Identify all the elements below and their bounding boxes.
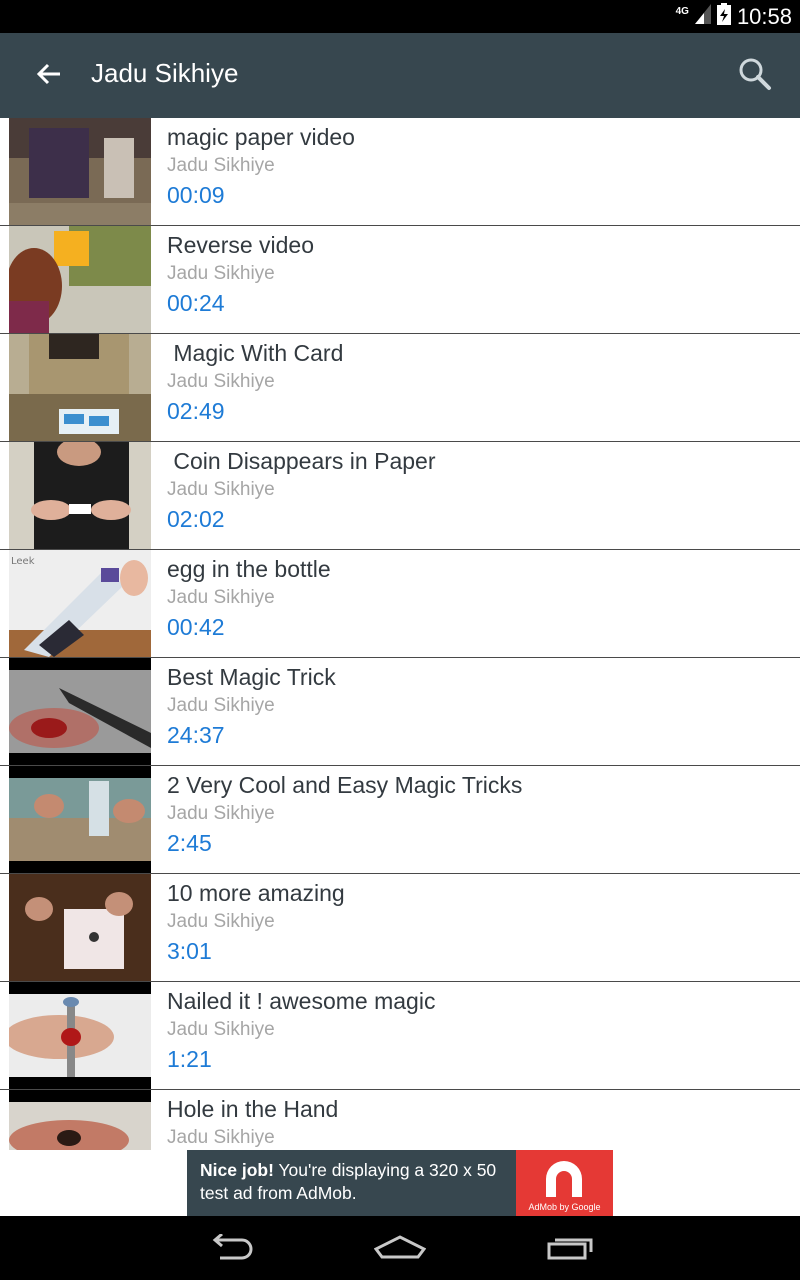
video-channel: Jadu Sikhiye bbox=[167, 587, 275, 608]
search-button[interactable] bbox=[734, 55, 776, 97]
battery-icon bbox=[716, 3, 731, 30]
status-indicators: 4G 10:58 bbox=[676, 0, 792, 33]
thumbnail-watermark: Leek bbox=[11, 556, 35, 567]
video-duration: 02:49 bbox=[167, 398, 225, 424]
list-item[interactable]: Coin Disappears in Paper Jadu Sikhiye 02… bbox=[0, 442, 800, 550]
video-channel: Jadu Sikhiye bbox=[167, 263, 275, 284]
video-channel: Jadu Sikhiye bbox=[167, 371, 275, 392]
clock: 10:58 bbox=[736, 3, 792, 29]
video-thumbnail[interactable] bbox=[9, 766, 151, 873]
nav-home-button[interactable] bbox=[370, 1230, 430, 1268]
video-title: Magic With Card bbox=[167, 340, 344, 366]
video-thumbnail[interactable] bbox=[9, 874, 151, 981]
video-thumbnail[interactable] bbox=[9, 226, 151, 333]
video-title: egg in the bottle bbox=[167, 556, 331, 582]
video-thumbnail[interactable]: Leek bbox=[9, 550, 151, 657]
video-channel: Jadu Sikhiye bbox=[167, 911, 275, 932]
navigation-bar bbox=[0, 1216, 800, 1280]
page-title: Jadu Sikhiye bbox=[91, 58, 239, 88]
network-type: 4G bbox=[675, 5, 689, 17]
list-item[interactable]: Nailed it ! awesome magic Jadu Sikhiye 1… bbox=[0, 982, 800, 1090]
list-item[interactable]: magic paper video Jadu Sikhiye 00:09 bbox=[0, 118, 800, 226]
ad-banner[interactable]: Nice job! You're displaying a 320 x 50 t… bbox=[187, 1150, 613, 1216]
video-duration: 00:24 bbox=[167, 290, 225, 316]
list-item[interactable]: Leek egg in the bottle Jadu Sikhiye 00:4… bbox=[0, 550, 800, 658]
video-thumbnail[interactable] bbox=[9, 982, 151, 1089]
video-channel: Jadu Sikhiye bbox=[167, 695, 275, 716]
video-duration: 1:21 bbox=[167, 1046, 212, 1072]
search-icon bbox=[738, 57, 772, 96]
video-channel: Jadu Sikhiye bbox=[167, 479, 275, 500]
home-nav-icon bbox=[373, 1234, 427, 1264]
video-title: Hole in the Hand bbox=[167, 1096, 339, 1122]
arrow-left-icon bbox=[36, 62, 62, 91]
video-title: 10 more amazing bbox=[167, 880, 345, 906]
list-item[interactable]: Best Magic Trick Jadu Sikhiye 24:37 bbox=[0, 658, 800, 766]
video-title: 2 Very Cool and Easy Magic Tricks bbox=[167, 772, 523, 798]
video-thumbnail[interactable] bbox=[9, 658, 151, 765]
admob-logo[interactable]: AdMob by Google bbox=[516, 1150, 613, 1216]
nav-back-button[interactable] bbox=[200, 1230, 260, 1268]
list-item[interactable]: 2 Very Cool and Easy Magic Tricks Jadu S… bbox=[0, 766, 800, 874]
recents-nav-icon bbox=[546, 1234, 594, 1265]
video-title: Reverse video bbox=[167, 232, 315, 258]
video-title: Nailed it ! awesome magic bbox=[167, 988, 436, 1014]
list-item[interactable]: Hole in the Hand Jadu Sikhiye bbox=[0, 1090, 800, 1150]
nav-recents-button[interactable] bbox=[540, 1230, 600, 1268]
action-bar: Jadu Sikhiye bbox=[0, 33, 800, 118]
video-channel: Jadu Sikhiye bbox=[167, 1019, 275, 1040]
signal-icon bbox=[694, 4, 711, 29]
list-item[interactable]: Reverse video Jadu Sikhiye 00:24 bbox=[0, 226, 800, 334]
video-duration: 00:09 bbox=[167, 182, 225, 208]
video-title: Coin Disappears in Paper bbox=[167, 448, 436, 474]
video-channel: Jadu Sikhiye bbox=[167, 803, 275, 824]
list-item[interactable]: Magic With Card Jadu Sikhiye 02:49 bbox=[0, 334, 800, 442]
list-item[interactable]: 10 more amazing Jadu Sikhiye 3:01 bbox=[0, 874, 800, 982]
video-title: magic paper video bbox=[167, 124, 355, 150]
video-duration: 24:37 bbox=[167, 722, 225, 748]
back-button[interactable] bbox=[30, 57, 68, 95]
video-duration: 00:42 bbox=[167, 614, 225, 640]
video-thumbnail[interactable] bbox=[9, 1090, 151, 1150]
admob-logo-text: AdMob by Google bbox=[528, 1202, 601, 1212]
video-duration: 2:45 bbox=[167, 830, 212, 856]
admob-icon bbox=[542, 1157, 586, 1204]
video-thumbnail[interactable] bbox=[9, 334, 151, 441]
video-channel: Jadu Sikhiye bbox=[167, 155, 275, 176]
video-list[interactable]: magic paper video Jadu Sikhiye 00:09 Rev… bbox=[0, 118, 800, 1150]
back-nav-icon bbox=[206, 1232, 254, 1265]
ad-text: Nice job! You're displaying a 320 x 50 t… bbox=[200, 1159, 510, 1205]
video-duration: 02:02 bbox=[167, 506, 225, 532]
video-duration: 3:01 bbox=[167, 938, 212, 964]
video-channel: Jadu Sikhiye bbox=[167, 1127, 275, 1148]
video-title: Best Magic Trick bbox=[167, 664, 336, 690]
status-bar: 4G 10:58 bbox=[0, 0, 800, 33]
video-thumbnail[interactable] bbox=[9, 442, 151, 549]
video-thumbnail[interactable] bbox=[9, 118, 151, 225]
ad-headline: Nice job! bbox=[200, 1160, 274, 1180]
